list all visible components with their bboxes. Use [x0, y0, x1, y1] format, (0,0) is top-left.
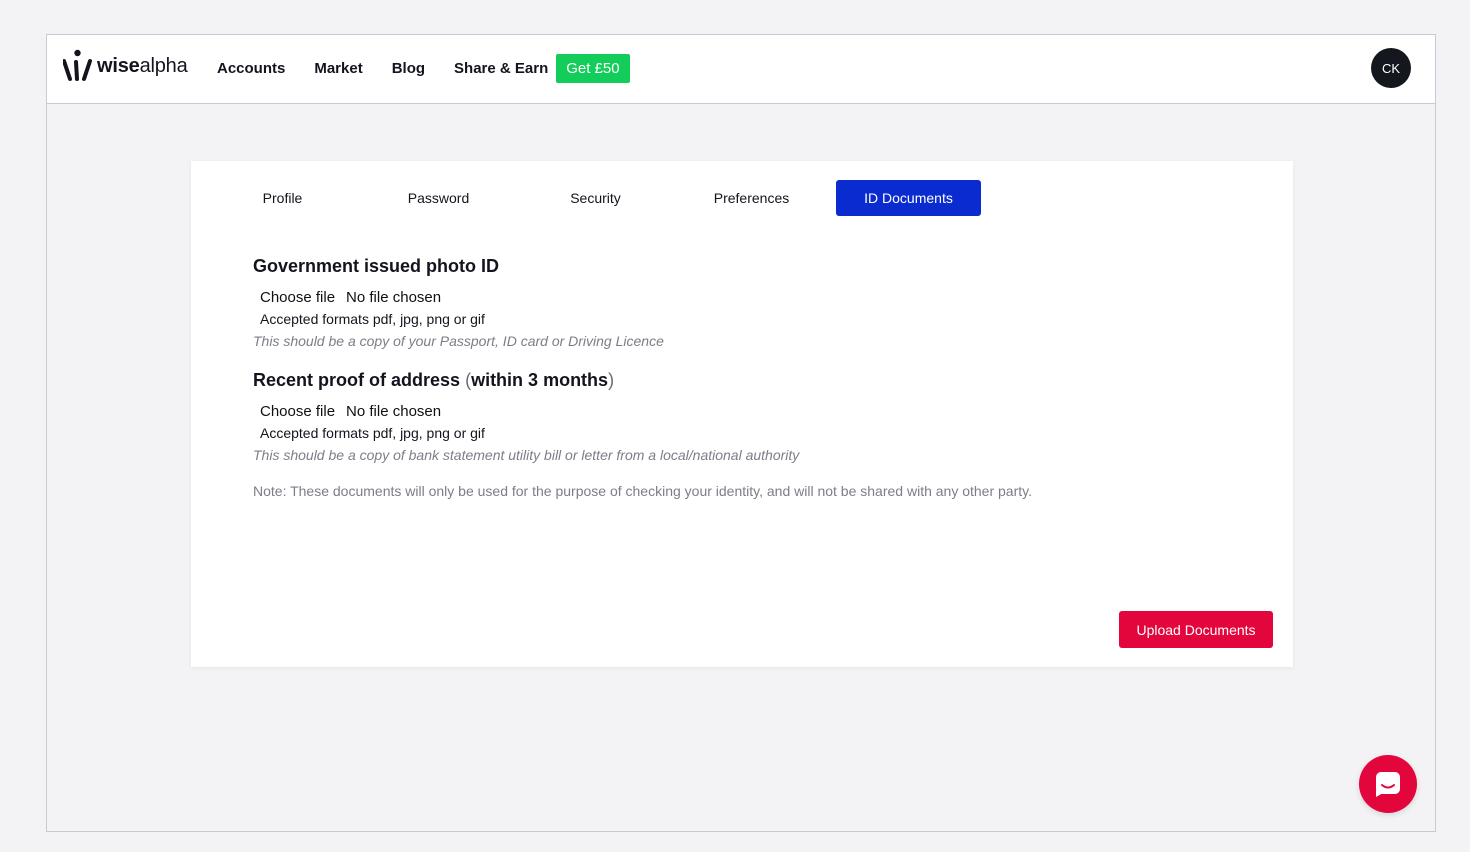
nav-blog[interactable]: Blog	[392, 60, 425, 77]
nav-market[interactable]: Market	[314, 60, 362, 77]
photo-id-title: Government issued photo ID	[253, 256, 500, 276]
app-frame: wisealpha Accounts Market Blog Share & E…	[46, 34, 1436, 832]
privacy-note: Note: These documents will only be used …	[253, 483, 1032, 499]
tab-security[interactable]: Security	[523, 180, 668, 216]
photo-id-formats: Accepted formats pdf, jpg, png or gif	[260, 311, 485, 327]
logo-mark-icon	[63, 49, 92, 81]
proof-of-address-file-input[interactable]: Choose file No file chosen	[260, 403, 799, 420]
photo-id-file-status: No file chosen	[346, 289, 442, 306]
tab-profile[interactable]: Profile	[210, 180, 355, 216]
photo-id-choose-file-button[interactable]: Choose file	[260, 289, 335, 306]
avatar-initials: CK	[1381, 60, 1401, 76]
photo-id-file-input[interactable]: Choose file No file chosen	[260, 289, 664, 306]
logo-wordmark: wisealpha	[97, 54, 188, 77]
proof-of-address-formats: Accepted formats pdf, jpg, png or gif	[260, 425, 485, 441]
proof-of-address-file-status: No file chosen	[346, 403, 442, 420]
proof-of-address-choose-file-button[interactable]: Choose file	[260, 403, 335, 420]
proof-of-address-title: Recent proof of address (within 3 months…	[253, 370, 615, 390]
chat-launcher-button[interactable]	[1359, 755, 1417, 813]
proof-of-address-hint: This should be a copy of bank statement …	[253, 447, 800, 463]
upload-documents-button[interactable]: Upload Documents	[1119, 611, 1273, 648]
main-nav: Accounts Market Blog Share & Earn Get £5…	[217, 52, 630, 84]
settings-card: Profile Password Security Preferences ID…	[191, 161, 1293, 667]
nav-accounts[interactable]: Accounts	[217, 60, 285, 77]
top-navigation-bar: wisealpha Accounts Market Blog Share & E…	[47, 35, 1435, 104]
tab-id-documents[interactable]: ID Documents	[836, 180, 981, 216]
wisealpha-logo[interactable]: wisealpha	[63, 48, 188, 84]
tab-password[interactable]: Password	[366, 180, 511, 216]
chat-icon	[1376, 772, 1400, 797]
tab-preferences[interactable]: Preferences	[679, 180, 824, 216]
photo-id-section: Government issued photo ID Choose file N…	[253, 256, 664, 349]
proof-of-address-section: Recent proof of address (within 3 months…	[253, 370, 799, 463]
get-50-badge[interactable]: Get £50	[556, 53, 630, 83]
photo-id-hint: This should be a copy of your Passport, …	[253, 333, 664, 349]
user-avatar[interactable]: CK	[1371, 48, 1411, 88]
settings-tabs: Profile Password Security Preferences ID…	[191, 180, 1293, 216]
nav-share-earn[interactable]: Share & Earn	[454, 60, 548, 77]
